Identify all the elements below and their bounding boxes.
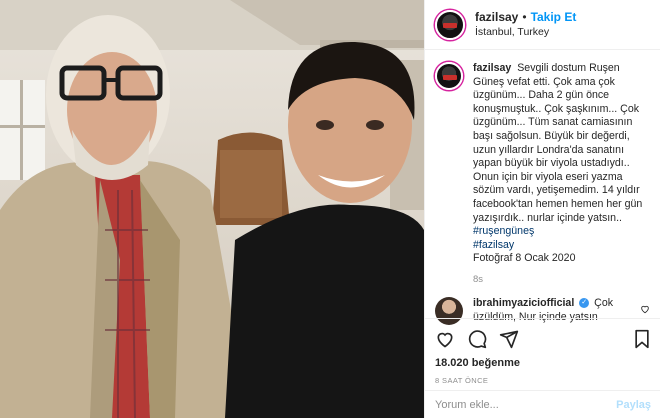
hashtag-fazilsay[interactable]: #fazilsay bbox=[473, 239, 643, 253]
commenter-username[interactable]: ibrahimyaziciofficial bbox=[473, 297, 574, 309]
photo-note: Fotoğraf 8 Ocak 2020 bbox=[473, 252, 576, 265]
caption-username[interactable]: fazilsay bbox=[473, 62, 511, 74]
caption: fazilsay Sevgili dostum Ruşen Güneş vefa… bbox=[435, 62, 650, 266]
photo-illustration bbox=[0, 0, 424, 418]
author-username[interactable]: fazilsay bbox=[475, 10, 518, 24]
action-bar: 18.020 beğenme 8 SAAT ÖNCE bbox=[425, 318, 660, 385]
separator-dot: • bbox=[522, 10, 527, 24]
author-info: fazilsay • Takip Et İstanbul, Turkey bbox=[475, 10, 576, 39]
post-comment-button[interactable]: Paylaş bbox=[616, 399, 651, 411]
author-row: fazilsay • Takip Et bbox=[475, 10, 576, 24]
hashtag-rusengunes[interactable]: #ruşengüneş bbox=[473, 225, 643, 239]
add-comment-bar: Paylaş bbox=[425, 390, 660, 418]
comments-area: fazilsay Sevgili dostum Ruşen Güneş vefa… bbox=[425, 50, 660, 325]
comment-icon[interactable] bbox=[467, 329, 499, 349]
follow-button[interactable]: Takip Et bbox=[531, 10, 577, 24]
post-timestamp[interactable]: 8 SAAT ÖNCE bbox=[435, 376, 651, 385]
caption-body: fazilsay Sevgili dostum Ruşen Güneş vefa… bbox=[473, 62, 643, 266]
caption-text: Sevgili dostum Ruşen Güneş vefat etti. Ç… bbox=[473, 62, 643, 224]
comment-input[interactable] bbox=[435, 398, 617, 411]
comment-like-heart-icon[interactable] bbox=[640, 301, 650, 319]
bookmark-icon[interactable] bbox=[633, 329, 651, 349]
post-photo[interactable] bbox=[0, 0, 424, 418]
post-side-panel: fazilsay • Takip Et İstanbul, Turkey faz… bbox=[424, 0, 660, 418]
author-avatar[interactable] bbox=[435, 9, 465, 40]
share-icon[interactable] bbox=[499, 329, 531, 349]
post-header: fazilsay • Takip Et İstanbul, Turkey bbox=[425, 0, 660, 50]
heart-icon[interactable] bbox=[435, 329, 467, 349]
post-location[interactable]: İstanbul, Turkey bbox=[475, 26, 576, 39]
action-icons bbox=[435, 327, 651, 351]
caption-avatar[interactable] bbox=[435, 62, 463, 90]
caption-time: 8s bbox=[473, 273, 484, 285]
verified-badge-icon: ✓ bbox=[579, 298, 590, 309]
likes-count[interactable]: 18.020 beğenme bbox=[435, 357, 651, 369]
